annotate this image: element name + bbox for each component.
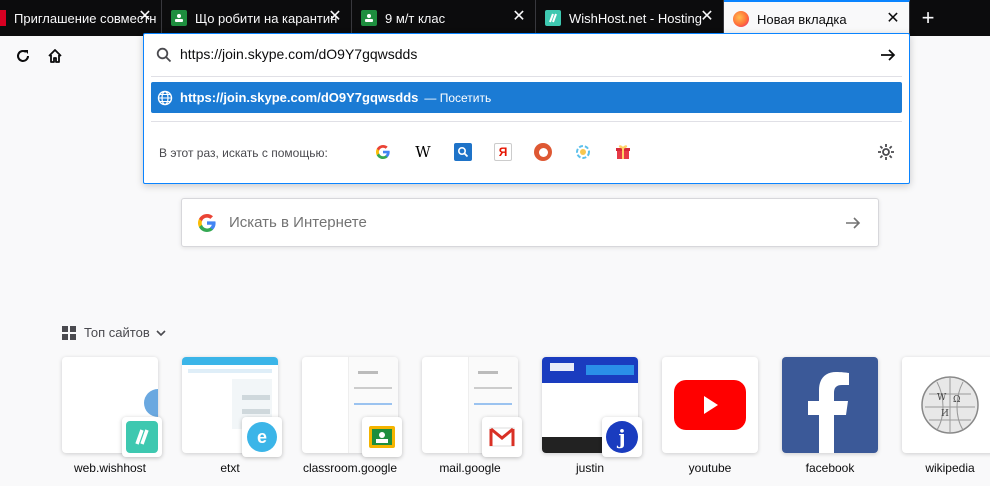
reload-button[interactable]: [11, 44, 35, 68]
close-icon[interactable]: ✕: [885, 11, 901, 27]
engine-icon[interactable]: [574, 143, 592, 161]
top-site-tile[interactable]: facebook: [782, 357, 878, 477]
google-icon[interactable]: [374, 143, 392, 161]
suggestion-action: — Посетить: [424, 90, 492, 105]
top-site-tile[interactable]: W Ω И wikipedia: [902, 357, 990, 477]
one-off-label: В этот раз, искать с помощью:: [159, 146, 328, 160]
tile-label: mail.google: [439, 461, 501, 475]
home-button[interactable]: [43, 44, 67, 68]
globe-icon: [157, 90, 173, 105]
top-sites-heading: Топ сайтов: [84, 325, 150, 340]
search-icon: [156, 47, 172, 63]
google-icon: [198, 214, 216, 232]
tile-label: classroom.google: [302, 461, 398, 475]
url-input[interactable]: https://join.skype.com/dO9Y7gqwsdds: [180, 46, 417, 62]
top-site-tile[interactable]: e etxt: [182, 357, 282, 477]
top-sites-header[interactable]: Топ сайтов: [62, 325, 166, 340]
justin-icon: j: [602, 417, 642, 457]
yandex-icon[interactable]: Я: [494, 143, 512, 161]
gear-icon[interactable]: [877, 143, 895, 161]
tile-label: justin: [575, 461, 604, 475]
gift-icon[interactable]: [614, 143, 632, 161]
suggestion-url: https://join.skype.com/dO9Y7gqwsdds: [180, 90, 419, 105]
youtube-icon: [662, 357, 758, 453]
top-site-tile[interactable]: classroom.google: [302, 357, 402, 477]
top-site-tile[interactable]: mail.google: [422, 357, 522, 477]
gmail-icon: [482, 417, 522, 457]
close-icon[interactable]: ✕: [699, 9, 715, 25]
close-icon[interactable]: ✕: [327, 9, 343, 25]
url-suggestion-row[interactable]: https://join.skype.com/dO9Y7gqwsdds — По…: [151, 82, 902, 113]
red-square-icon: [0, 10, 6, 26]
search-engine-icon[interactable]: [454, 143, 472, 161]
tile-label: facebook: [805, 461, 855, 475]
svg-text:И: И: [941, 409, 949, 419]
site-thumbnail: [782, 357, 878, 453]
tab-strip: Приглашение совместн ✕ Що робити на кара…: [0, 0, 990, 36]
arrow-right-icon[interactable]: [879, 46, 897, 64]
facebook-icon: [782, 357, 878, 453]
site-thumbnail: [662, 357, 758, 453]
tab-4[interactable]: WishHost.net - Hosting ✕: [536, 0, 724, 36]
svg-text:W: W: [937, 393, 947, 403]
tile-label: web.wishhost: [73, 461, 147, 475]
site-thumbnail: W Ω И: [902, 357, 990, 453]
divider: [151, 76, 902, 77]
firefox-icon: [733, 11, 749, 27]
url-bar-popup: https://join.skype.com/dO9Y7gqwsdds http…: [143, 33, 910, 184]
grid-icon: [62, 325, 76, 340]
url-bar[interactable]: https://join.skype.com/dO9Y7gqwsdds: [144, 34, 909, 76]
new-tab-button[interactable]: +: [910, 0, 946, 36]
wikipedia-icon[interactable]: W: [414, 143, 432, 161]
reload-icon: [17, 50, 29, 62]
top-site-tile[interactable]: web.wishhost: [62, 357, 162, 477]
tile-label: etxt: [220, 461, 240, 475]
top-site-tile[interactable]: youtube: [662, 357, 758, 477]
etxt-icon: e: [242, 417, 282, 457]
classroom-icon: [362, 417, 402, 457]
close-icon[interactable]: ✕: [137, 9, 153, 25]
divider: [151, 121, 902, 122]
classroom-icon: [361, 10, 377, 26]
search-placeholder: Искать в Интернете: [229, 214, 367, 231]
tab-5-active[interactable]: Новая вкладка ✕: [724, 0, 910, 36]
home-icon: [48, 49, 62, 63]
web-search-box[interactable]: Искать в Интернете: [181, 198, 879, 247]
tab-1[interactable]: Приглашение совместн ✕: [0, 0, 162, 36]
wishhost-icon: [122, 417, 162, 457]
tab-2[interactable]: Що робити на карантин ✕: [162, 0, 352, 36]
classroom-icon: [171, 10, 187, 26]
chevron-down-icon[interactable]: [156, 328, 166, 338]
tab-3[interactable]: 9 м/т клас ✕: [352, 0, 536, 36]
wishhost-icon: [545, 10, 561, 26]
tile-label: wikipedia: [925, 461, 975, 475]
tile-label: youtube: [688, 461, 732, 475]
wikipedia-icon: W Ω И: [902, 357, 990, 453]
close-icon[interactable]: ✕: [511, 9, 527, 25]
top-site-tile[interactable]: j justin: [542, 357, 642, 477]
svg-text:Ω: Ω: [953, 395, 960, 405]
duckduckgo-icon[interactable]: [534, 143, 552, 161]
arrow-right-icon[interactable]: [844, 214, 862, 232]
